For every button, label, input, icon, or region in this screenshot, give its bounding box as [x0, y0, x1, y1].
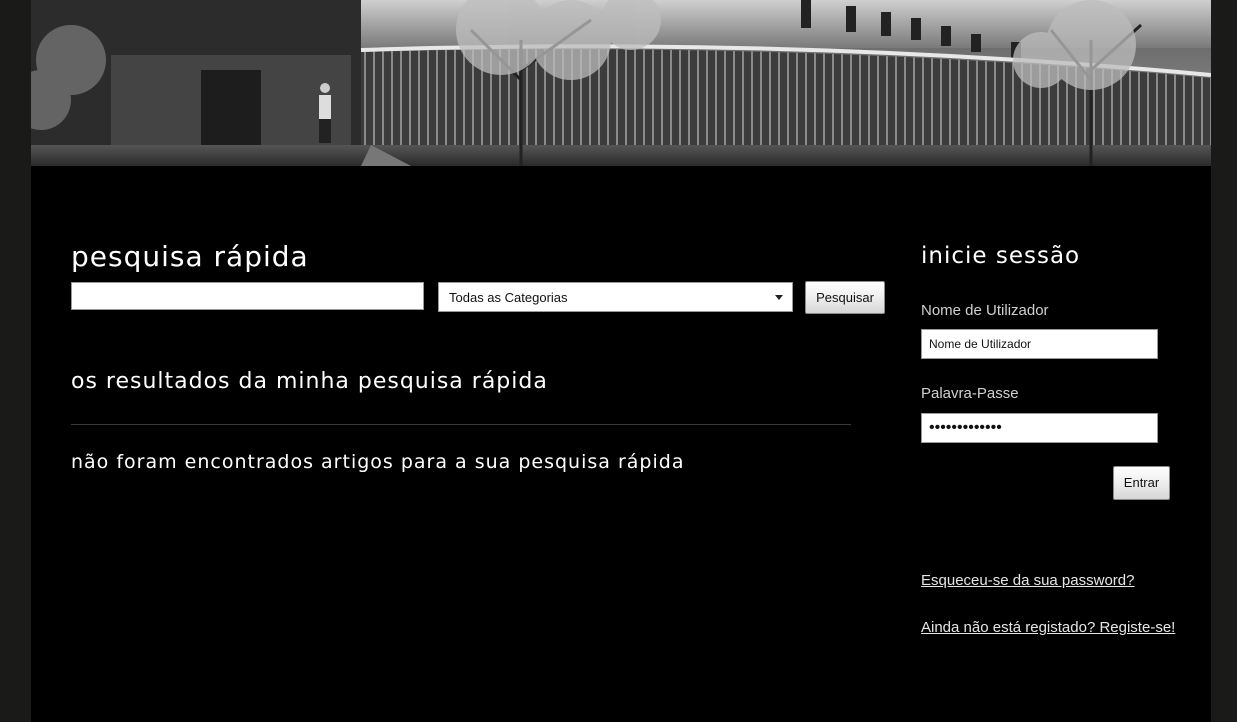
username-field[interactable]: Nome de Utilizador [921, 329, 1158, 359]
register-link[interactable]: Ainda não está registado? Registe-se! [921, 619, 1175, 636]
page-container: pesquisa rápida Todas as Categorias Pesq… [31, 0, 1211, 722]
forgot-password-link[interactable]: Esqueceu-se da sua password? [921, 572, 1134, 589]
username-label: Nome de Utilizador [921, 302, 1049, 319]
divider [71, 424, 851, 425]
password-label: Palavra-Passe [921, 385, 1019, 402]
category-select-value: Todas as Categorias [449, 290, 568, 305]
header-banner-image [31, 0, 1211, 166]
category-select[interactable]: Todas as Categorias [438, 282, 793, 312]
login-heading: inicie sessão [921, 243, 1081, 269]
no-results-message: não foram encontrados artigos para a sua… [71, 451, 685, 473]
password-field[interactable]: ••••••••••••• [921, 413, 1158, 443]
results-heading: os resultados da minha pesquisa rápida [71, 369, 548, 394]
search-input[interactable] [71, 282, 424, 310]
login-button[interactable]: Entrar [1113, 466, 1170, 500]
search-heading: pesquisa rápida [71, 240, 309, 273]
search-button[interactable]: Pesquisar [805, 281, 885, 314]
chevron-down-icon [775, 295, 783, 300]
